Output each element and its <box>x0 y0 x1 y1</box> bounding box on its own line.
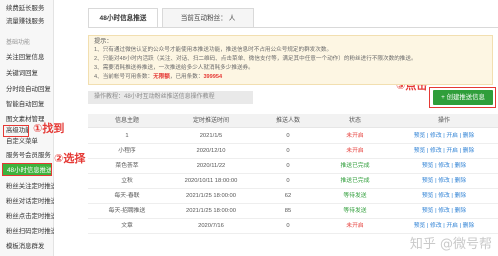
cell-count: 0 <box>286 163 290 169</box>
column-header-time: 定时推送时间 <box>192 118 229 124</box>
cell-actions[interactable]: 预览 | 修改 | 删除 <box>390 159 498 174</box>
sidebar-item-follow-reply[interactable]: 关注回复信息 <box>0 51 54 64</box>
sidebar-item-scan-push[interactable]: 粉丝扫码定时推送 <box>0 225 54 238</box>
sidebar-item-click-push[interactable]: 粉丝点击定时推送 <box>0 210 54 223</box>
cell-actions[interactable]: 预览 | 修改 | 删除 <box>390 174 498 189</box>
tip-line-4: 4、当前帐号可用条数：无限额，已用条数：399954 <box>94 73 487 82</box>
tip-line-2: 2、只能对48小时内活跃（关注、对话、扫二维码、点击菜单、微信支付等，满足其中任… <box>94 56 417 62</box>
cell-count: 0 <box>286 223 290 229</box>
cell-topic: 每天-春联 <box>114 193 140 199</box>
sidebar-item-timed-reply[interactable]: 分时段自动回复 <box>0 83 54 96</box>
table-row: 菜色荟萃 2020/11/22 0 推送已完成 预览 | 修改 | 删除 <box>88 159 498 174</box>
tab-48h-push[interactable]: 48小时信息推送 <box>88 8 158 28</box>
cell-topic: 菜色荟萃 <box>115 163 139 169</box>
table-row: 每天-招聘推送 2021/1/25 18:00:00 85 等待发送 预览 | … <box>88 204 498 219</box>
sidebar-item-renew[interactable]: 续费延长服务 <box>0 2 54 15</box>
cell-time: 2020/7/16 <box>198 223 224 229</box>
cell-count: 0 <box>286 133 290 139</box>
cell-time: 2021/1/25 18:00:00 <box>186 193 236 199</box>
tutorial-link[interactable]: 操作教程：48小时互动粉丝推送信息操作教程 <box>88 91 253 104</box>
table-row: 文章 2020/7/16 0 未开启 预览 | 修改 | 开启 | 删除 <box>88 219 498 234</box>
column-header-count: 推送人数 <box>275 118 300 124</box>
cell-actions[interactable]: 预览 | 修改 | 开启 | 删除 <box>390 129 498 144</box>
table-row: 小程序 2020/12/10 0 未开启 预览 | 修改 | 开启 | 删除 <box>88 144 498 159</box>
cell-count: 0 <box>286 178 290 184</box>
cell-status: 未开启 <box>346 133 364 139</box>
sidebar-section-basic: 基础功能 <box>6 40 31 46</box>
cell-time: 2021/1/5 <box>199 133 223 139</box>
tab-active-fans[interactable]: 当前互动粉丝： 人 <box>162 8 254 28</box>
cell-status: 推送已完成 <box>340 163 370 169</box>
cell-time: 2020/12/10 <box>196 148 226 154</box>
cell-status: 未开启 <box>346 223 364 229</box>
watermark: 知乎 @微号帮 <box>409 237 492 252</box>
tab-divider <box>88 27 498 28</box>
table-row: 1 2021/1/5 0 未开启 预览 | 修改 | 开启 | 删除 <box>88 129 498 144</box>
column-header-status: 状态 <box>348 118 361 124</box>
tip-box: 提示： 1、只有通过微信认证的公众号才能使用本推送功能，推送信息时不占用公众号规… <box>88 35 493 85</box>
cell-topic: 文章 <box>121 223 133 229</box>
cell-count: 85 <box>284 208 292 214</box>
table-header: 信息主题 定时推送时间 推送人数 状态 操作 <box>88 114 498 128</box>
cell-actions[interactable]: 预览 | 修改 | 开启 | 删除 <box>390 144 498 159</box>
cell-count: 0 <box>286 148 290 154</box>
sidebar-item-smart-reply[interactable]: 智能自动回复 <box>0 98 54 111</box>
tip-used-label: ，已用条数： <box>169 74 204 80</box>
tip-used-value: 399954 <box>203 74 223 80</box>
cell-actions[interactable]: 预览 | 修改 | 开启 | 删除 <box>390 219 498 234</box>
column-header-ops: 操作 <box>437 118 450 124</box>
cell-actions[interactable]: 预览 | 修改 | 删除 <box>390 189 498 204</box>
cell-status: 未开启 <box>346 148 364 154</box>
sidebar-item-traffic[interactable]: 流量赚钱服务 <box>0 15 54 28</box>
cell-topic: 小程序 <box>118 148 136 154</box>
table-row: 立秋 2020/10/11 18:00:00 0 推送已完成 预览 | 修改 |… <box>88 174 498 189</box>
cell-status: 推送已完成 <box>340 178 370 184</box>
tip-title: 提示： <box>94 38 113 45</box>
tip-line-1: 1、只有通过微信认证的公众号才能使用本推送功能，推送信息时不占用公众号规定的群发… <box>94 47 333 53</box>
sidebar-item-member-service[interactable]: 服务号会员服务 <box>0 149 54 162</box>
sidebar-item-template-msg[interactable]: 模板消息群发 <box>0 240 54 253</box>
cell-topic: 每天-招聘推送 <box>108 208 146 214</box>
annotation-select: ②选择 <box>54 152 86 165</box>
sidebar-item-follow-push[interactable]: 粉丝关注定时推送 <box>0 180 54 193</box>
tip-quota-label: 4、当前帐号可用条数： <box>94 74 154 80</box>
cell-time: 2020/10/11 18:00:00 <box>184 178 238 184</box>
sidebar-item-chat-push[interactable]: 粉丝对话定时推送 <box>0 195 54 208</box>
cell-actions[interactable]: 预览 | 修改 | 删除 <box>390 204 498 219</box>
cell-topic: 1 <box>125 133 129 139</box>
cell-count: 62 <box>284 193 292 199</box>
tip-line-3: 3、需要消耗推送券推送，一次推送给多少人就消耗多少推送券。 <box>94 65 254 71</box>
cell-status: 等待发送 <box>343 193 367 199</box>
tip-quota-value: 无限额 <box>153 74 170 80</box>
cell-time: 2020/11/22 <box>196 163 226 169</box>
create-push-button[interactable]: + 创建推送信息 <box>433 90 493 105</box>
annotation-find: ①找到 <box>33 122 65 135</box>
sidebar-item-48h-push[interactable]: 48小时信息推送 <box>2 163 52 176</box>
column-header-topic: 信息主题 <box>114 118 139 124</box>
cell-status: 等待发送 <box>343 208 367 214</box>
sidebar-section-advanced[interactable]: 高级功能 <box>3 125 29 137</box>
cell-topic: 立秋 <box>121 178 133 184</box>
sidebar-item-keyword-reply[interactable]: 关键词回复 <box>0 67 54 80</box>
table-row: 每天-春联 2021/1/25 18:00:00 62 等待发送 预览 | 修改… <box>88 189 498 204</box>
cell-time: 2021/1/25 18:00:00 <box>186 208 236 214</box>
